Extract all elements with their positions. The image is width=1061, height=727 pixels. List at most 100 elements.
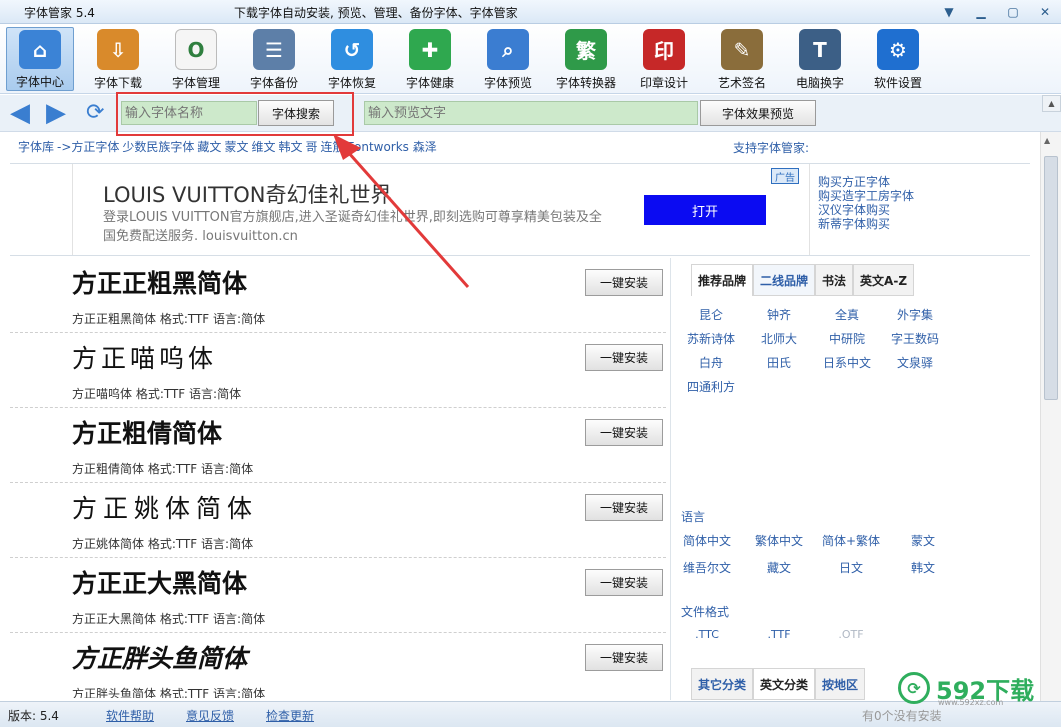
toolbar-font-preview[interactable]: ⌕ 字体预览	[474, 27, 542, 91]
help-link[interactable]: 软件帮助	[106, 707, 154, 724]
install-button[interactable]: 一键安装	[585, 644, 663, 671]
install-button[interactable]: 一键安装	[585, 569, 663, 596]
brand-link[interactable]: 昆仑	[677, 306, 745, 323]
install-button[interactable]: 一键安装	[585, 269, 663, 296]
document-icon: ☰	[253, 29, 295, 70]
font-list-item: 方正粗倩简体 方正粗倩简体 格式:TTF 语言:简体 一键安装	[10, 408, 666, 483]
minimize-icon[interactable]: ▁	[968, 2, 994, 21]
app-window: 字体管家 5.4 下载字体自动安装, 预览、管理、备份字体、字体管家 ▼ ▁ ▢…	[0, 0, 1061, 727]
font-preview-button[interactable]: 字体效果预览	[700, 100, 816, 126]
toolbar-font-health[interactable]: ✚ 字体健康	[396, 27, 464, 91]
monitor-icon: T	[799, 29, 841, 70]
toolbar-seal-design[interactable]: 印印章设计	[630, 27, 698, 91]
breadcrumb-item[interactable]: 蒙文	[224, 140, 248, 154]
house-icon: ⌂	[19, 30, 61, 69]
brand-link[interactable]: 文泉驿	[881, 354, 949, 371]
tab-brand[interactable]: 书法	[815, 264, 854, 296]
format-link[interactable]: .TTF	[743, 628, 815, 641]
brand-link[interactable]: 日系中文	[813, 354, 881, 371]
font-preview-name: 方正喵呜体	[72, 344, 218, 373]
toolbar-art-signature[interactable]: ✎ 艺术签名	[708, 27, 776, 91]
top-scroll-arrow-icon[interactable]: ▲	[1042, 95, 1061, 112]
font-search-button[interactable]: 字体搜索	[258, 100, 334, 126]
scroll-thumb[interactable]	[1044, 156, 1058, 400]
font-meta: 方正姚体简体 格式:TTF 语言:简体	[72, 537, 254, 551]
brand-link[interactable]: 字王数码	[881, 330, 949, 347]
maximize-icon[interactable]: ▢	[1000, 2, 1026, 21]
font-list: 方正正粗黑简体 方正正粗黑简体 格式:TTF 语言:简体 一键安装 方正喵呜体 方正喵呜…	[10, 258, 668, 698]
brand-link[interactable]: 苏新诗体	[677, 330, 745, 347]
language-link[interactable]: 韩文	[887, 559, 959, 576]
toolbar-label: 软件设置	[873, 76, 922, 90]
toolbar-software-settings[interactable]: ⚙ 软件设置	[864, 27, 932, 91]
install-button[interactable]: 一键安装	[585, 419, 663, 446]
font-file-icon: O	[175, 29, 217, 70]
tab-category[interactable]: 英文分类	[753, 668, 816, 700]
tab-brand[interactable]: 英文A-Z	[853, 264, 915, 296]
ad-open-button[interactable]: 打开	[644, 195, 766, 225]
brand-link[interactable]: 田氏	[745, 354, 813, 371]
vertical-scrollbar[interactable]: ▲	[1040, 132, 1061, 702]
format-link[interactable]: .OTF	[815, 628, 887, 641]
language-link[interactable]: 简体+繁体	[815, 532, 887, 549]
purchase-link[interactable]: 新蒂字体购买	[818, 217, 914, 231]
forward-arrow-icon[interactable]: ▶	[46, 100, 66, 126]
check-update-link[interactable]: 检查更新	[266, 707, 314, 724]
brand-link[interactable]: 中研院	[813, 330, 881, 347]
breadcrumb-item[interactable]: ->方正字体	[57, 140, 119, 154]
back-arrow-icon[interactable]: ◀	[10, 100, 30, 126]
tab-category[interactable]: 按地区	[815, 668, 866, 700]
toolbar-font-restore[interactable]: ↺ 字体恢复	[318, 27, 386, 91]
tab-brand[interactable]: 二线品牌	[753, 264, 816, 296]
brand-link[interactable]: 外字集	[881, 306, 949, 323]
toolbar-font-download[interactable]: ⇩ 字体下载	[84, 27, 152, 91]
font-name-input[interactable]	[121, 101, 257, 125]
menu-icon[interactable]: ▼	[936, 2, 962, 21]
brand-link[interactable]: 钟齐	[745, 306, 813, 323]
purchase-link[interactable]: 汉仪字体购买	[818, 203, 914, 217]
refresh-icon[interactable]: ⟳	[86, 101, 104, 125]
title-bar: 字体管家 5.4 下载字体自动安装, 预览、管理、备份字体、字体管家 ▼ ▁ ▢…	[0, 0, 1061, 24]
toolbar-pc-font-swap[interactable]: T 电脑换字	[786, 27, 854, 91]
ad-title[interactable]: LOUIS VUITTON奇幻佳礼世界	[103, 179, 392, 209]
ad-body: 登录LOUIS VUITTON官方旗舰店,进入圣诞奇幻佳礼世界,即刻选购可尊享精…	[103, 210, 602, 244]
breadcrumb-item[interactable]: 哥	[305, 140, 317, 154]
brand-link[interactable]: 四通利方	[677, 378, 745, 395]
language-link[interactable]: 藏文	[743, 559, 815, 576]
close-icon[interactable]: ✕	[1032, 2, 1058, 21]
brand-link[interactable]: 全真	[813, 306, 881, 323]
breadcrumb-item[interactable]: 维文	[251, 140, 275, 154]
toolbar-font-converter[interactable]: 繁字体转换器	[552, 27, 620, 91]
breadcrumb-item[interactable]: Fontworks 森泽	[348, 140, 437, 154]
purchase-link[interactable]: 购买造字工房字体	[818, 189, 914, 203]
language-link[interactable]: 简体中文	[671, 532, 743, 549]
tab-brand[interactable]: 推荐品牌	[691, 264, 754, 296]
toolbar-font-center[interactable]: ⌂ 字体中心	[6, 27, 74, 91]
language-link[interactable]: 日文	[815, 559, 887, 576]
brand-link[interactable]: 北师大	[745, 330, 813, 347]
language-link[interactable]: 繁体中文	[743, 532, 815, 549]
language-link[interactable]: 蒙文	[887, 532, 959, 549]
tab-category[interactable]: 其它分类	[691, 668, 754, 700]
font-meta: 方正粗倩简体 格式:TTF 语言:简体	[72, 462, 254, 476]
breadcrumb-item[interactable]: 韩文	[278, 140, 302, 154]
purchase-link[interactable]: 购买方正字体	[818, 175, 914, 189]
breadcrumb-item[interactable]: 字体库	[18, 140, 54, 154]
toolbar-font-manage[interactable]: O 字体管理	[162, 27, 230, 91]
language-link[interactable]: 维吾尔文	[671, 559, 743, 576]
ad-banner[interactable]: LOUIS VUITTON奇幻佳礼世界 登录LOUIS VUITTON官方旗舰店…	[72, 164, 810, 255]
breadcrumb-item[interactable]: 连筋	[321, 140, 345, 154]
preview-text-input[interactable]	[364, 101, 698, 125]
feedback-link[interactable]: 意见反馈	[186, 707, 234, 724]
scroll-up-icon[interactable]: ▲	[1044, 136, 1050, 145]
format-link[interactable]: .TTC	[671, 628, 743, 641]
breadcrumb-item[interactable]: 藏文	[197, 140, 221, 154]
toolbar-label: 艺术签名	[717, 76, 766, 90]
brand-link[interactable]: 白舟	[677, 354, 745, 371]
ad-tag: 广告	[771, 168, 799, 184]
install-button[interactable]: 一键安装	[585, 494, 663, 521]
toolbar-font-backup[interactable]: ☰ 字体备份	[240, 27, 308, 91]
purchase-links: 购买方正字体 购买造字工房字体 汉仪字体购买 新蒂字体购买	[818, 175, 914, 231]
breadcrumb-item[interactable]: 少数民族字体	[122, 140, 194, 154]
install-button[interactable]: 一键安装	[585, 344, 663, 371]
